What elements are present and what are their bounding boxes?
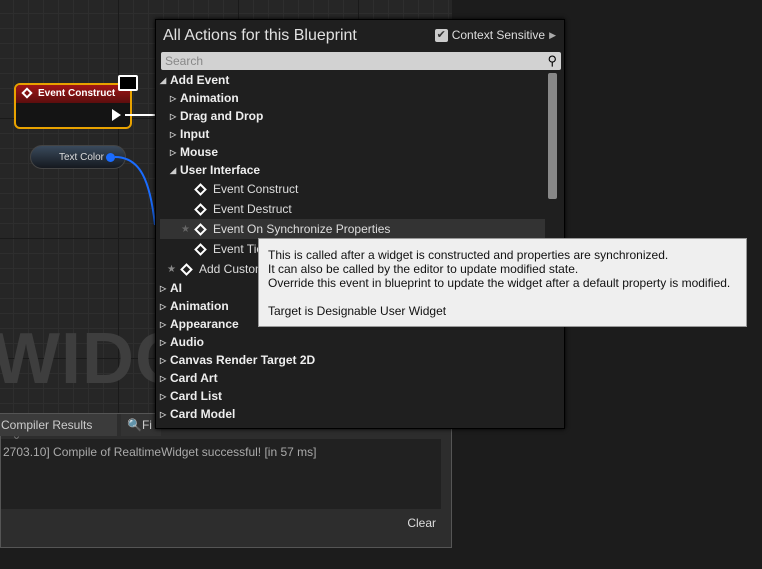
- menu-title: All Actions for this Blueprint: [163, 27, 357, 44]
- context-sensitive-toggle[interactable]: ✔ Context Sensitive ▶: [434, 28, 556, 42]
- event-icon: [194, 222, 207, 236]
- category-item[interactable]: ▷ Animation: [160, 89, 545, 107]
- item-label: Mouse: [180, 145, 219, 159]
- expanded-arrow-icon[interactable]: ◢: [160, 76, 170, 85]
- item-label: Card Model: [170, 407, 236, 421]
- collapsed-arrow-icon[interactable]: ▷: [160, 338, 170, 347]
- tooltip-line: This is called after a widget is constru…: [268, 248, 669, 262]
- collapsed-arrow-icon[interactable]: ▷: [160, 374, 170, 383]
- action-item[interactable]: Event Construct: [160, 179, 545, 199]
- category-item[interactable]: ▷ Card Model: [160, 405, 545, 423]
- item-label: Card List: [170, 389, 223, 403]
- item-label: Add Event: [170, 73, 230, 87]
- item-label: Event Construct: [213, 182, 299, 196]
- category-item[interactable]: ▷ Audio: [160, 333, 545, 351]
- variable-label: Text Color: [59, 152, 105, 163]
- event-icon: [194, 182, 207, 196]
- context-label: Context Sensitive: [451, 28, 546, 42]
- collapsed-arrow-icon[interactable]: ▷: [160, 320, 170, 329]
- collapsed-arrow-icon[interactable]: ▷: [160, 356, 170, 365]
- item-label: Appearance: [170, 317, 239, 331]
- data-wire: [115, 156, 156, 226]
- search-icon[interactable]: ⚲: [547, 53, 557, 69]
- monitor-icon: [118, 75, 138, 91]
- output-pin[interactable]: [106, 153, 115, 162]
- item-label: Animation: [180, 91, 239, 105]
- category-item[interactable]: ▷ Drag and Drop: [160, 107, 545, 125]
- tooltip: This is called after a widget is constru…: [258, 238, 747, 327]
- arrow-right-icon: ▶: [549, 29, 556, 40]
- item-label: Event Destruct: [213, 202, 292, 216]
- collapsed-arrow-icon[interactable]: ▷: [160, 284, 170, 293]
- log-output: 2703.10] Compile of RealtimeWidget succe…: [1, 439, 441, 509]
- tooltip-line: Override this event in blueprint to upda…: [268, 276, 731, 290]
- category-item[interactable]: ◢ Add Event: [160, 71, 545, 89]
- category-item[interactable]: ◢ User Interface: [160, 161, 545, 179]
- text-color-variable-node[interactable]: Text Color: [30, 145, 126, 169]
- item-label: AI: [170, 281, 182, 295]
- event-construct-node[interactable]: Event Construct: [14, 83, 132, 129]
- event-icon: [194, 202, 207, 216]
- collapsed-arrow-icon[interactable]: ▷: [170, 112, 180, 121]
- collapsed-arrow-icon[interactable]: ▷: [170, 148, 180, 157]
- action-item[interactable]: Event Destruct: [160, 199, 545, 219]
- node-title: Event Construct: [38, 88, 116, 99]
- compiler-results-panel: Compiler Results × 🔍Fi 2703.10] Compile …: [0, 413, 452, 548]
- event-icon: [180, 262, 193, 276]
- action-item[interactable]: ★ Event On Synchronize Properties: [160, 219, 545, 239]
- collapsed-arrow-icon[interactable]: ▷: [160, 302, 170, 311]
- favorite-star-icon[interactable]: ★: [164, 264, 176, 275]
- exec-wire: [125, 114, 157, 116]
- item-label: Card Art: [170, 371, 218, 385]
- item-label: Drag and Drop: [180, 109, 264, 123]
- tab-compiler-results[interactable]: Compiler Results ×: [0, 414, 117, 446]
- collapsed-arrow-icon[interactable]: ▷: [170, 130, 180, 139]
- scrollbar[interactable]: [548, 73, 557, 199]
- magnifier-icon: 🔍: [127, 418, 142, 432]
- item-label: Audio: [170, 335, 204, 349]
- tab-label: Fi: [141, 418, 152, 432]
- category-item[interactable]: ▷ Card Art: [160, 369, 545, 387]
- expanded-arrow-icon[interactable]: ◢: [170, 166, 180, 175]
- checkbox-checked-icon[interactable]: ✔: [434, 28, 448, 42]
- tab-label: Compiler Results: [1, 418, 93, 432]
- item-label: Event On Synchronize Properties: [213, 222, 391, 236]
- search-input[interactable]: [161, 52, 561, 70]
- category-item[interactable]: ▷ Canvas Render Target 2D: [160, 351, 545, 369]
- event-icon: [194, 242, 207, 256]
- tooltip-target: Target is Designable User Widget: [268, 304, 447, 318]
- item-label: User Interface: [180, 163, 261, 177]
- exec-pin[interactable]: [112, 109, 121, 121]
- favorite-star-icon[interactable]: ★: [178, 224, 190, 235]
- item-label: Animation: [170, 299, 229, 313]
- tooltip-line: It can also be called by the editor to u…: [268, 262, 579, 276]
- collapsed-arrow-icon[interactable]: ▷: [160, 392, 170, 401]
- clear-button[interactable]: Clear: [407, 516, 436, 530]
- category-item[interactable]: ▷ Mouse: [160, 143, 545, 161]
- actions-menu: All Actions for this Blueprint ✔ Context …: [155, 19, 565, 429]
- collapsed-arrow-icon[interactable]: ▷: [170, 94, 180, 103]
- category-item[interactable]: ▷ Input: [160, 125, 545, 143]
- item-label: Input: [180, 127, 210, 141]
- event-icon: [21, 87, 33, 99]
- collapsed-arrow-icon[interactable]: ▷: [160, 410, 170, 419]
- item-label: Canvas Render Target 2D: [170, 353, 316, 367]
- category-item[interactable]: ▷ Card List: [160, 387, 545, 405]
